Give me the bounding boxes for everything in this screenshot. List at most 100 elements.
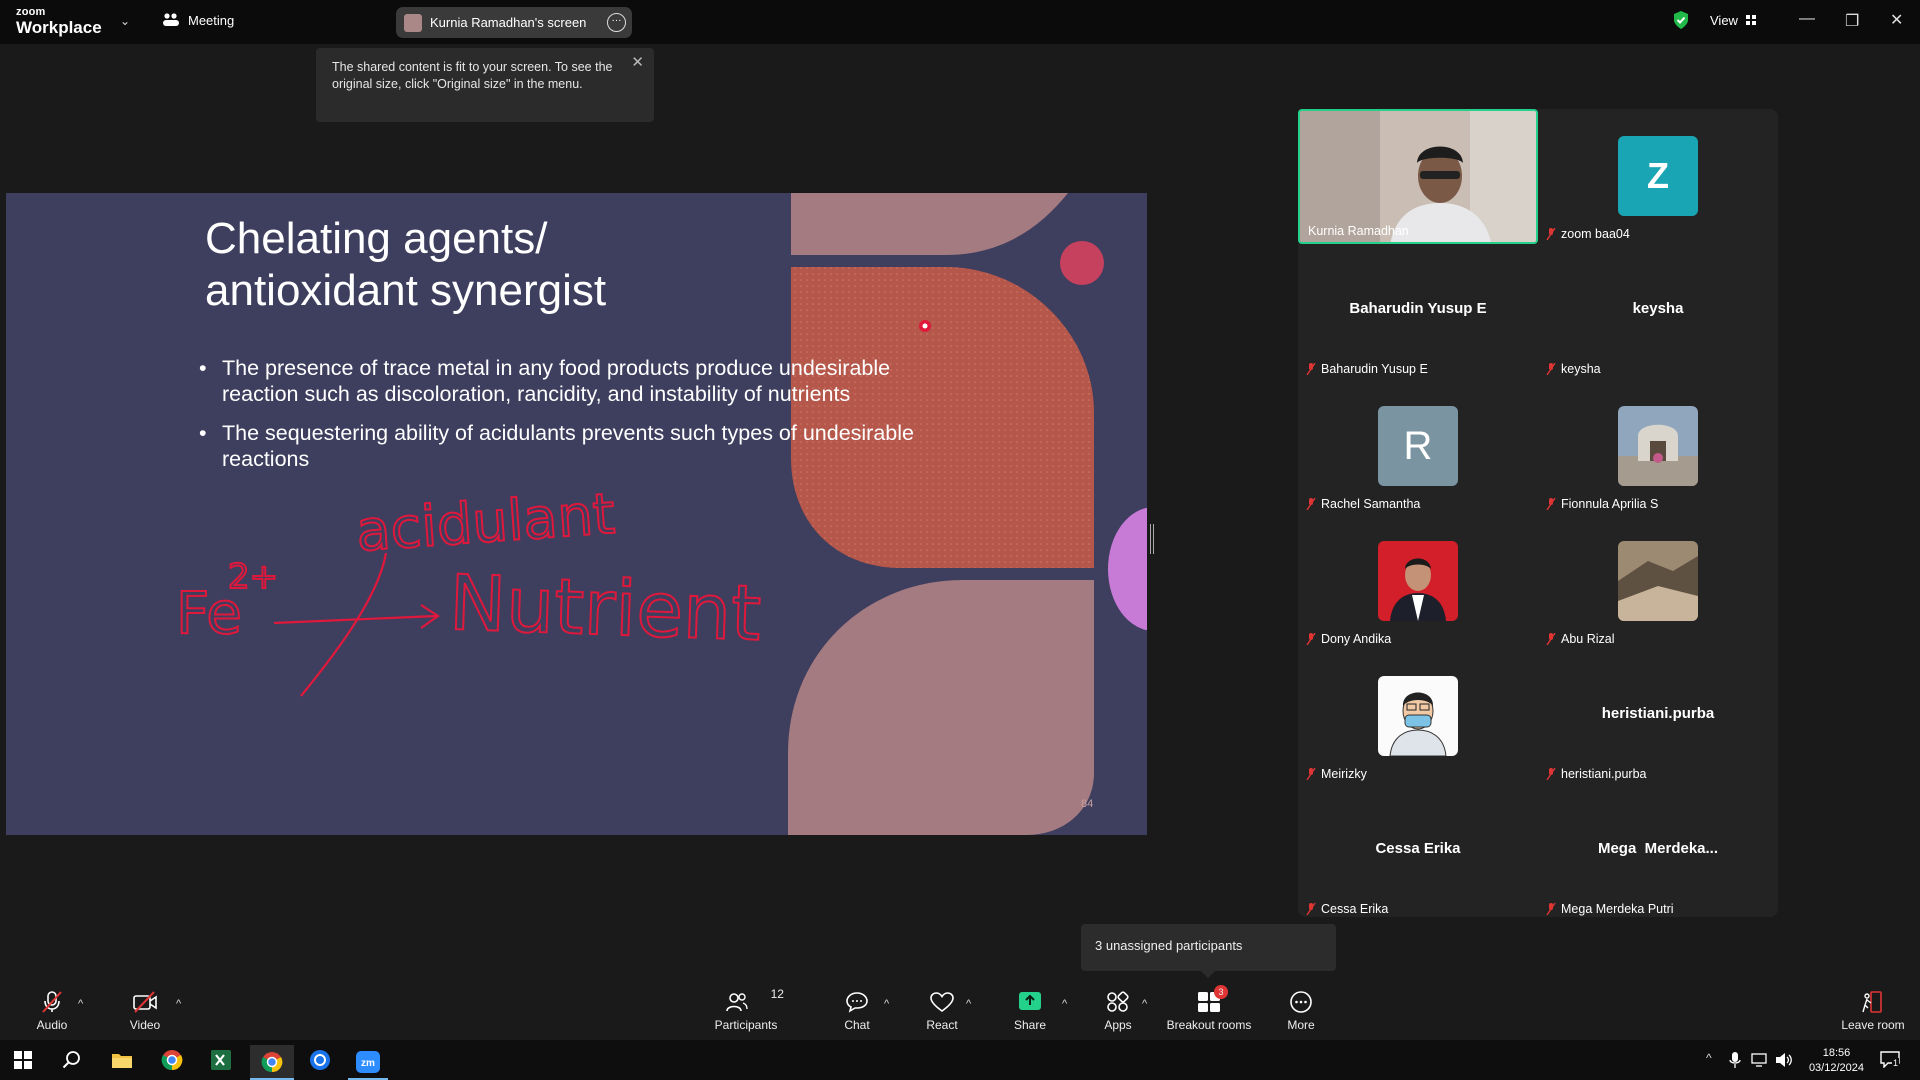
share-options-caret[interactable]: ^ [1062,998,1067,1010]
taskbar-file-explorer[interactable] [102,1045,142,1075]
meeting-icon [163,13,179,26]
more-label: More [1287,1018,1315,1032]
participant-name-text: Kurnia Ramadhan [1308,224,1409,238]
close-icon[interactable]: ✕ [1890,10,1903,30]
avatar [1618,541,1698,621]
chrome-icon [261,1051,283,1072]
video-button[interactable]: Video [126,990,164,1032]
mic-muted-icon [1306,633,1316,645]
participant-display-name: Mega Merdeka... [1597,840,1719,857]
logo-line2: Workplace [16,18,102,37]
participant-tile-baharudin[interactable]: Baharudin Yusup E Baharudin Yusup E [1298,244,1538,379]
react-button[interactable]: React [922,990,962,1032]
tray-expand-icon[interactable]: ^ [1706,1051,1712,1065]
minimize-icon[interactable]: — [1799,10,1815,28]
more-options-icon[interactable]: ··· [607,13,626,32]
clock-time: 18:56 [1822,1047,1851,1059]
browser-icon [310,1050,330,1070]
chat-options-caret[interactable]: ^ [884,998,889,1010]
annotation-nutrient: Nutrient [448,558,763,658]
leave-room-button[interactable]: Leave room [1836,990,1910,1032]
chat-label: Chat [844,1018,870,1032]
share-button[interactable]: Share [1011,990,1049,1032]
grid-icon [1745,15,1756,25]
participant-tile-heristiani[interactable]: heristiani.purba heristiani.purba [1538,649,1778,784]
taskbar-browser[interactable] [300,1045,340,1075]
notification-count: 1 [1892,1058,1900,1068]
chat-button[interactable]: Chat [838,990,876,1032]
share-screen-icon [1019,992,1041,1010]
microphone-icon[interactable] [1729,1052,1741,1068]
leave-room-label: Leave room [1841,1018,1905,1032]
participant-name-text: zoom baa04 [1561,227,1630,241]
participant-name: Kurnia Ramadhan [1308,224,1409,238]
avatar: R [1378,406,1458,486]
participant-tile-zoom[interactable]: Z zoom baa04 [1538,109,1778,244]
audio-options-caret[interactable]: ^ [78,998,83,1010]
video-label: Video [129,1018,161,1032]
participant-tile-keysha[interactable]: keysha keysha [1538,244,1778,379]
annotation-acidulant: acidulant [354,483,617,565]
network-icon[interactable] [1751,1053,1769,1067]
folder-icon [112,1054,132,1068]
view-label: View [1710,13,1738,28]
more-icon [1290,991,1312,1013]
heart-icon [930,992,954,1012]
participant-tile-dony[interactable]: Dony Andika [1298,514,1538,649]
slide-page-number: 84 [1081,798,1094,810]
video-options-caret[interactable]: ^ [176,998,181,1010]
restore-icon[interactable]: ❐ [1845,11,1859,31]
participant-tile-mega[interactable]: Mega Merdeka... Mega Merdeka Putri [1538,784,1778,919]
participant-name-text: Mega Merdeka Putri [1561,902,1674,916]
taskbar-chrome-active[interactable] [250,1045,294,1080]
participant-tile-fionnula[interactable]: Fionnula Aprilia S [1538,379,1778,514]
participants-count: 12 [770,987,784,1001]
slide-title-line1: Chelating agents/ [205,214,548,263]
shield-icon[interactable] [1672,10,1690,30]
participant-name-text: heristiani.purba [1561,767,1647,781]
screen-share-label: Kurnia Ramadhan's screen [430,15,587,30]
taskbar-excel[interactable] [201,1045,241,1075]
slide-bullet: The presence of trace metal in any food … [199,355,959,407]
more-button[interactable]: More [1282,990,1320,1032]
audio-button[interactable]: Audio [33,990,71,1032]
clock[interactable]: 18:56 03/12/2024 [1809,1046,1864,1076]
apps-options-caret[interactable]: ^ [1142,998,1147,1010]
windows-icon [14,1051,32,1069]
participant-name-text: keysha [1561,362,1601,376]
view-button[interactable]: View [1710,13,1757,28]
participant-tile-rachel[interactable]: R Rachel Samantha [1298,379,1538,514]
close-icon[interactable]: ✕ [631,54,644,71]
chevron-down-icon[interactable]: ⌄ [120,14,130,28]
participants-button[interactable]: 12 Participants [708,987,784,1032]
participant-name-text: Baharudin Yusup E [1321,362,1428,376]
apps-button[interactable]: Apps [1099,990,1137,1032]
taskbar-zoom[interactable]: zm [348,1045,388,1080]
volume-icon[interactable] [1775,1052,1793,1068]
notification-center-button[interactable]: 1 [1880,1051,1900,1069]
mic-muted-icon [1546,768,1556,780]
screen-share-pill[interactable]: Kurnia Ramadhan's screen ··· [396,7,632,38]
participant-name: Mega Merdeka Putri [1546,902,1674,916]
participant-display-name: Baharudin Yusup E [1349,300,1487,317]
participant-name: heristiani.purba [1546,767,1646,781]
participant-name: Dony Andika [1306,632,1391,646]
participant-tile-meirizky[interactable]: Meirizky [1298,649,1538,784]
svg-text:zm: zm [361,1058,375,1069]
meeting-menu-button[interactable]: Meeting [162,12,234,28]
participant-name: zoom baa04 [1546,227,1630,241]
slide-bullet: The sequestering ability of acidulants p… [199,420,959,472]
breakout-rooms-button[interactable]: 3 Breakout rooms [1163,985,1255,1032]
search-button[interactable] [52,1045,92,1075]
participant-tile-cessa[interactable]: Cessa Erika Cessa Erika [1298,784,1538,919]
resize-handle[interactable] [1150,524,1154,554]
avatar [1618,406,1698,486]
breakout-label: Breakout rooms [1166,1018,1252,1032]
start-button[interactable] [3,1045,43,1075]
react-options-caret[interactable]: ^ [966,998,971,1010]
excel-icon [211,1050,231,1070]
taskbar-chrome[interactable] [152,1045,192,1075]
participant-name-text: Meirizky [1321,767,1367,781]
participant-tile-kurnia[interactable]: Kurnia Ramadhan [1298,109,1538,244]
participant-tile-abu[interactable]: Abu Rizal [1538,514,1778,649]
